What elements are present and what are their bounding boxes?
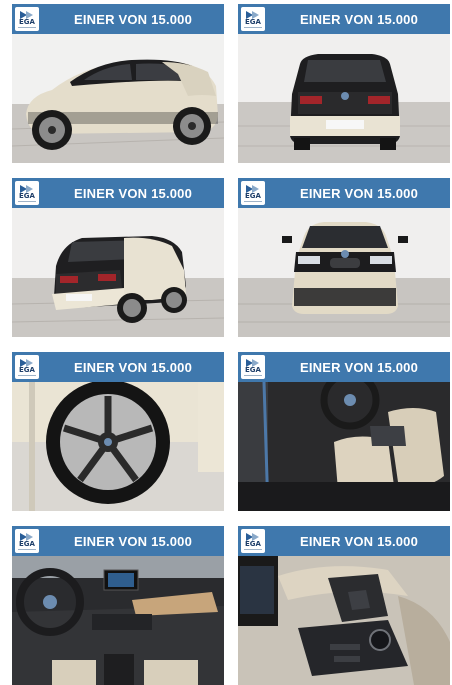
ega-logo-icon (246, 359, 260, 367)
ega-logo: EGA (15, 7, 39, 31)
car-rear-three-quarter-photo (12, 208, 224, 337)
ega-logo-text: EGA (19, 192, 35, 200)
ega-logo-text: EGA (245, 540, 261, 548)
wheel-photo (12, 382, 224, 511)
ega-logo-text: EGA (245, 18, 261, 26)
ega-logo-text: EGA (245, 366, 261, 374)
ega-logo: EGA (15, 355, 39, 379)
card-banner: EGA EINER VON 15.000 (12, 352, 224, 382)
card-title: EINER VON 15.000 (299, 185, 419, 201)
ega-logo: EGA (241, 355, 265, 379)
photo-grid: EGA EINER VON 15.000 EGA EINER VON 15.00… (0, 0, 452, 685)
ega-logo-icon (20, 11, 34, 19)
card-title: EINER VON 15.000 (299, 533, 419, 549)
card-banner: EGA EINER VON 15.000 (238, 526, 450, 556)
ega-logo-icon (20, 359, 34, 367)
center-console-photo (238, 556, 450, 685)
ega-logo-icon (246, 533, 260, 541)
photo-card-dashboard[interactable]: EGA EINER VON 15.000 (12, 526, 224, 685)
car-side-photo (12, 34, 224, 163)
card-banner: EGA EINER VON 15.000 (238, 178, 450, 208)
dashboard-photo (12, 556, 224, 685)
car-front-photo (238, 208, 450, 337)
card-title: EINER VON 15.000 (73, 185, 193, 201)
photo-card-console[interactable]: EGA EINER VON 15.000 (238, 526, 450, 685)
card-banner: EGA EINER VON 15.000 (12, 526, 224, 556)
card-banner: EGA EINER VON 15.000 (238, 4, 450, 34)
photo-card-wheel[interactable]: EGA EINER VON 15.000 (12, 352, 224, 511)
card-title: EINER VON 15.000 (299, 11, 419, 27)
card-title: EINER VON 15.000 (73, 359, 193, 375)
photo-card-rear[interactable]: EGA EINER VON 15.000 (238, 4, 450, 163)
ega-logo: EGA (241, 7, 265, 31)
ega-logo-text: EGA (245, 192, 261, 200)
ega-logo-icon (20, 185, 34, 193)
ega-logo: EGA (241, 181, 265, 205)
card-title: EINER VON 15.000 (73, 533, 193, 549)
ega-logo-text: EGA (19, 366, 35, 374)
card-banner: EGA EINER VON 15.000 (12, 178, 224, 208)
ega-logo-icon (246, 11, 260, 19)
photo-card-side[interactable]: EGA EINER VON 15.000 (12, 4, 224, 163)
ega-logo: EGA (15, 181, 39, 205)
card-title: EINER VON 15.000 (299, 359, 419, 375)
photo-card-interior[interactable]: EGA EINER VON 15.000 (238, 352, 450, 511)
interior-seats-photo (238, 382, 450, 511)
ega-logo: EGA (241, 529, 265, 553)
card-banner: EGA EINER VON 15.000 (12, 4, 224, 34)
ega-logo: EGA (15, 529, 39, 553)
ega-logo-icon (246, 185, 260, 193)
car-rear-photo (238, 34, 450, 163)
ega-logo-text: EGA (19, 540, 35, 548)
card-title: EINER VON 15.000 (73, 11, 193, 27)
ega-logo-text: EGA (19, 18, 35, 26)
card-banner: EGA EINER VON 15.000 (238, 352, 450, 382)
photo-card-front[interactable]: EGA EINER VON 15.000 (238, 178, 450, 337)
ega-logo-icon (20, 533, 34, 541)
photo-card-rear-three-quarter[interactable]: EGA EINER VON 15.000 (12, 178, 224, 337)
